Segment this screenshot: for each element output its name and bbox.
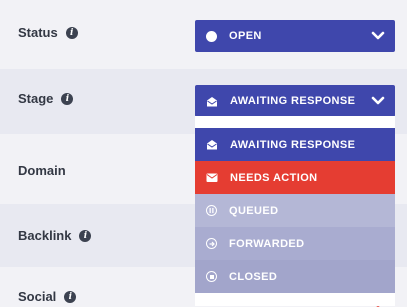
arrow-circle-right-icon <box>206 238 217 249</box>
option-queued[interactable]: QUEUED <box>195 194 395 227</box>
option-label: CLOSED <box>229 270 278 283</box>
social-label-wrap: Social i <box>18 289 77 304</box>
stage-label-wrap: Stage i <box>18 91 74 106</box>
info-icon[interactable]: i <box>65 26 78 39</box>
envelope-icon <box>206 173 218 182</box>
stop-circle-icon <box>206 271 217 282</box>
envelope-open-icon <box>207 140 217 150</box>
status-label-wrap: Status i <box>18 25 78 40</box>
option-label: FORWARDED <box>229 237 305 250</box>
option-label: AWAITING RESPONSE <box>230 138 356 151</box>
status-value: OPEN <box>229 30 262 42</box>
backlink-label-wrap: Backlink i <box>18 228 92 243</box>
envelope-open-icon <box>207 96 217 106</box>
info-icon[interactable]: i <box>61 92 74 105</box>
pause-circle-icon <box>206 205 217 216</box>
option-awaiting-response[interactable]: AWAITING RESPONSE <box>195 128 395 161</box>
status-label: Status <box>18 25 58 40</box>
stage-value: AWAITING RESPONSE <box>230 95 356 107</box>
social-label: Social <box>18 289 57 304</box>
info-icon[interactable]: i <box>64 290 77 303</box>
option-closed[interactable]: CLOSED <box>195 260 395 293</box>
stage-dropdown-menu: AWAITING RESPONSE NEEDS ACTION QUEUED FO… <box>195 116 395 306</box>
option-needs-action[interactable]: NEEDS ACTION <box>195 161 395 194</box>
info-icon[interactable]: i <box>79 229 92 242</box>
option-label: QUEUED <box>229 204 279 217</box>
backlink-label: Backlink <box>18 228 72 243</box>
domain-label: Domain <box>18 163 66 178</box>
circle-icon <box>206 30 217 42</box>
status-row: Status i OPEN <box>0 0 407 70</box>
stage-select[interactable]: AWAITING RESPONSE <box>195 85 395 117</box>
domain-label-wrap: Domain <box>18 163 66 178</box>
status-select[interactable]: OPEN <box>195 20 395 52</box>
chevron-down-icon <box>371 31 385 40</box>
chevron-down-icon <box>371 96 385 105</box>
stage-label: Stage <box>18 91 54 106</box>
option-label: NEEDS ACTION <box>230 171 318 184</box>
option-forwarded[interactable]: FORWARDED <box>195 227 395 260</box>
